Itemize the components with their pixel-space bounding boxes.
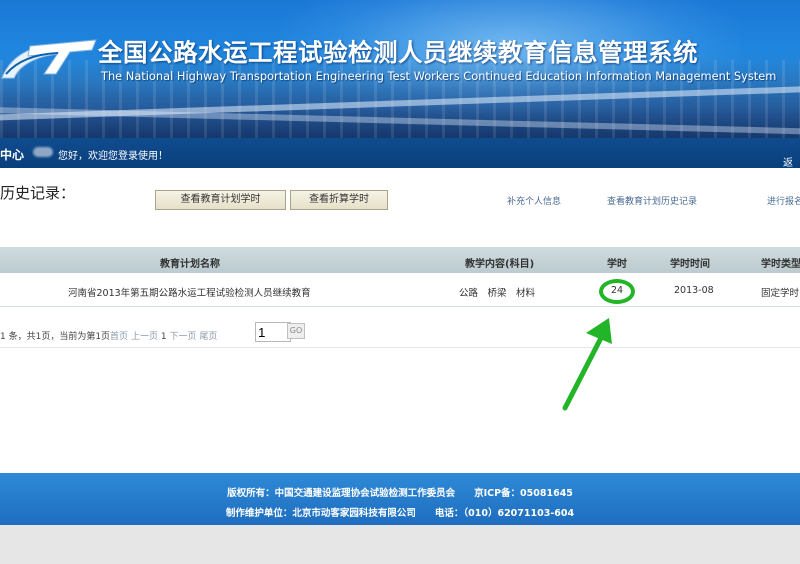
pagination: 1 条，共1页，当前为第1页首页 上一页 1 下一页 尾页 xyxy=(0,329,217,342)
blurred-username xyxy=(33,147,53,157)
view-plan-history-link[interactable]: 查看教育计划历史记录 xyxy=(607,194,697,207)
column-header-subjects: 教学内容(科目) xyxy=(465,259,535,270)
column-header-plan-name: 教育计划名称 xyxy=(160,259,220,270)
supplement-personal-info-link[interactable]: 补充个人信息 xyxy=(507,194,561,207)
cell-type: 固定学时 xyxy=(761,288,800,299)
divider xyxy=(0,347,800,348)
cell-plan-name: 河南省2013年第五期公路水运工程试验检测人员继续教育 xyxy=(68,288,311,299)
bottom-margin xyxy=(0,525,800,564)
footer-copyright: 版权所有：中国交通建设监理协会试验检测工作委员会 京ICP备：05081645 xyxy=(227,488,573,499)
system-title-english: The National Highway Transportation Engi… xyxy=(101,69,777,83)
current-page-number: 1 xyxy=(160,332,167,342)
column-header-period: 学时时间 xyxy=(670,259,710,270)
system-title: 全国公路水运工程试验检测人员继续教育信息管理系统 xyxy=(98,38,698,67)
cell-period: 2013-08 xyxy=(674,285,714,296)
view-converted-hours-button[interactable]: 查看折算学时 xyxy=(290,190,388,210)
system-logo-icon xyxy=(1,39,97,79)
view-plan-hours-button[interactable]: 查看教育计划学时 xyxy=(155,190,286,210)
site-footer: 版权所有：中国交通建设监理协会试验检测工作委员会 京ICP备：05081645 … xyxy=(0,473,800,525)
records-table-header: 教育计划名称 教学内容(科目) 学时 学时时间 学时类型 xyxy=(0,247,800,273)
user-nav-bar: 中心 您好，欢迎您登录使用！ 返回 xyxy=(0,138,800,184)
column-header-type: 学时类型 xyxy=(761,259,800,270)
column-header-hours: 学时 xyxy=(607,259,627,270)
prev-page-link[interactable]: 上一页 xyxy=(131,332,158,342)
footer-maintainer: 制作维护单位：北京市动客家园科技有限公司 电话：（010）62071103-60… xyxy=(225,508,575,519)
next-page-link[interactable]: 下一页 xyxy=(169,332,196,342)
highlight-circle xyxy=(599,279,635,304)
nav-center-label[interactable]: 中心 xyxy=(0,146,24,163)
welcome-message: 您好，欢迎您登录使用！ xyxy=(58,151,168,162)
last-page-link[interactable]: 尾页 xyxy=(199,332,217,342)
first-page-link[interactable]: 首页 xyxy=(110,332,128,342)
go-button[interactable]: GO xyxy=(287,323,305,339)
back-link[interactable]: 返回 xyxy=(783,154,800,184)
cell-subjects: 公路 桥梁 材料 xyxy=(459,288,536,299)
pagination-summary: 1 条，共1页，当前为第1页 xyxy=(0,332,111,342)
proceed-registration-link[interactable]: 进行报名 xyxy=(767,194,800,207)
page-number-input[interactable] xyxy=(255,322,291,342)
history-records-title: 历史记录： xyxy=(0,184,76,202)
table-row: 河南省2013年第五期公路水运工程试验检测人员继续教育 公路 桥梁 材料 24 … xyxy=(0,273,800,307)
header-banner: 全国公路水运工程试验检测人员继续教育信息管理系统 The National Hi… xyxy=(0,0,800,138)
